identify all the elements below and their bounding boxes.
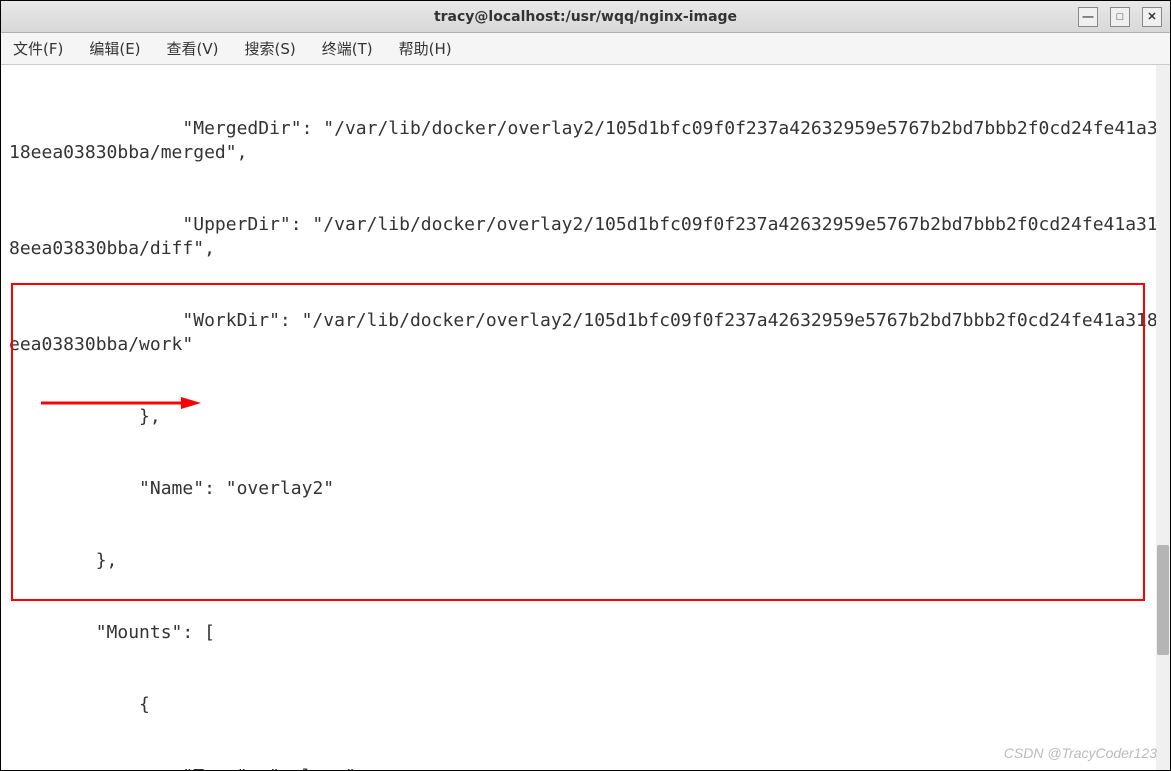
window-title: tracy@localhost:/usr/wqq/nginx-image: [434, 9, 737, 25]
menu-terminal[interactable]: 终端(T): [318, 36, 377, 61]
window-controls: — □ ✕: [1078, 7, 1162, 27]
minimize-button[interactable]: —: [1078, 7, 1098, 27]
menu-edit[interactable]: 编辑(E): [85, 36, 144, 61]
menu-file[interactable]: 文件(F): [9, 36, 67, 61]
terminal-line: "UpperDir": "/var/lib/docker/overlay2/10…: [9, 213, 1162, 261]
terminal-line: },: [9, 405, 1162, 429]
terminal-window: tracy@localhost:/usr/wqq/nginx-image — □…: [0, 0, 1171, 771]
terminal-line: "WorkDir": "/var/lib/docker/overlay2/105…: [9, 309, 1162, 357]
vertical-scrollbar[interactable]: [1156, 65, 1170, 770]
terminal-line: "Name": "overlay2": [9, 477, 1162, 501]
terminal-line: {: [9, 693, 1162, 717]
terminal-line: },: [9, 549, 1162, 573]
terminal-line: "MergedDir": "/var/lib/docker/overlay2/1…: [9, 117, 1162, 165]
menu-view[interactable]: 查看(V): [163, 36, 223, 61]
maximize-button[interactable]: □: [1110, 7, 1130, 27]
menu-help[interactable]: 帮助(H): [395, 36, 456, 61]
menubar: 文件(F) 编辑(E) 查看(V) 搜索(S) 终端(T) 帮助(H): [1, 33, 1170, 65]
titlebar: tracy@localhost:/usr/wqq/nginx-image — □…: [1, 1, 1170, 33]
scrollbar-thumb[interactable]: [1157, 545, 1169, 655]
terminal-line: "Type": "volume",: [9, 765, 1162, 770]
terminal-output[interactable]: "MergedDir": "/var/lib/docker/overlay2/1…: [1, 65, 1170, 770]
close-button[interactable]: ✕: [1142, 7, 1162, 27]
terminal-line: "Mounts": [: [9, 621, 1162, 645]
menu-search[interactable]: 搜索(S): [241, 36, 300, 61]
